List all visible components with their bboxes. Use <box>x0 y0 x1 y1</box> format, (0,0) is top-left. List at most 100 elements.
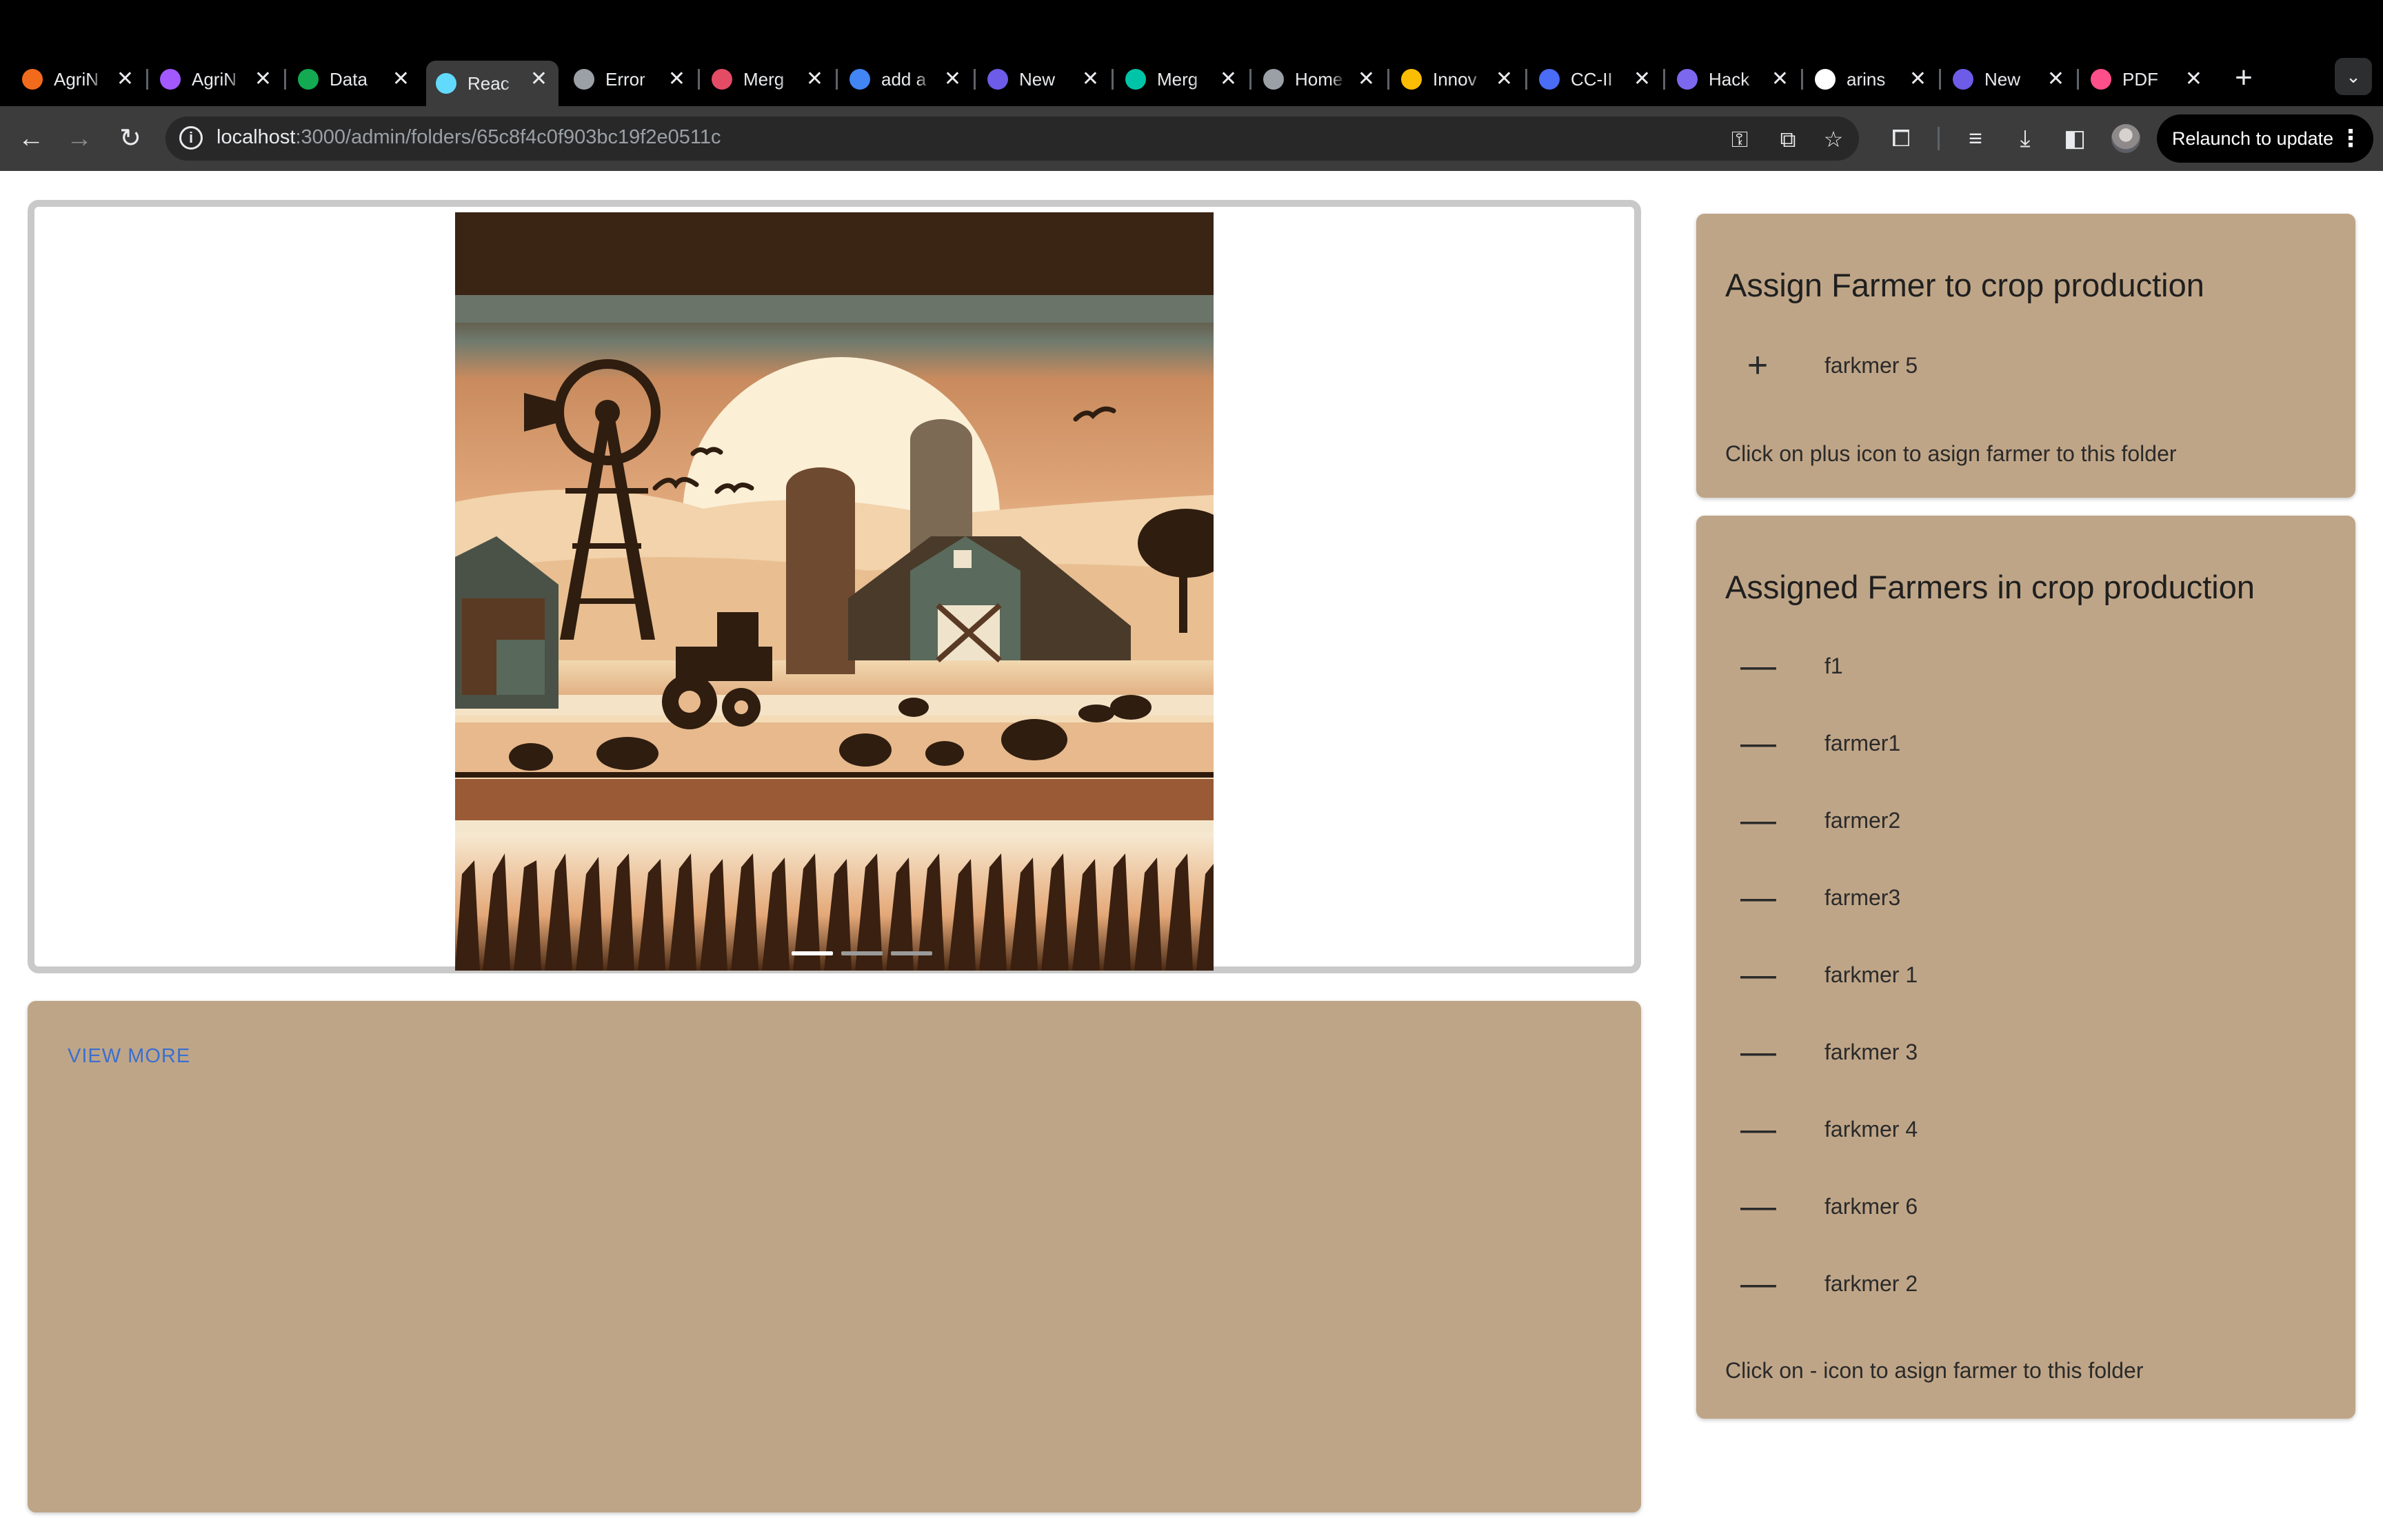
relaunch-label: Relaunch to update <box>2172 128 2334 149</box>
tab-close-icon[interactable]: ✕ <box>2047 68 2064 90</box>
tab-close-icon[interactable]: ✕ <box>2185 68 2202 90</box>
remove-icon[interactable]: — <box>1740 957 1776 993</box>
remove-icon[interactable]: — <box>1740 1111 1776 1147</box>
list-item: — farkmer 1 <box>1696 947 2355 1002</box>
browser-tab[interactable]: Merg ✕ <box>702 61 834 98</box>
list-item: — farkmer 4 <box>1696 1102 2355 1157</box>
browser-tab[interactable]: Reac ✕ <box>426 61 559 106</box>
browser-tab[interactable]: add a ✕ <box>840 61 972 98</box>
new-tab-button[interactable]: + <box>2230 61 2258 95</box>
install-app-icon[interactable]: ⧉ <box>1775 126 1801 152</box>
farmer-name: farkmer 4 <box>1824 1117 1918 1142</box>
list-item: — f1 <box>1696 638 2355 693</box>
media-controls-icon[interactable]: ≡ <box>1961 124 1990 153</box>
browser-tab[interactable]: Innov ✕ <box>1391 61 1524 98</box>
tab-close-icon[interactable]: ✕ <box>117 68 134 90</box>
carousel-indicator-1[interactable] <box>792 951 833 955</box>
back-icon[interactable]: ← <box>15 123 47 154</box>
tab-close-icon[interactable]: ✕ <box>668 68 685 90</box>
tab-title: New <box>1984 68 2021 90</box>
view-more-link[interactable]: VIEW MORE <box>68 1045 190 1068</box>
add-icon[interactable]: + <box>1740 347 1775 383</box>
remove-icon[interactable]: — <box>1740 648 1776 684</box>
tab-close-icon[interactable]: ✕ <box>1771 68 1789 90</box>
tab-search-button[interactable]: ⌄ <box>2335 58 2372 95</box>
browser-tab[interactable]: New ✕ <box>978 61 1110 98</box>
browser-tab[interactable]: Home ✕ <box>1254 61 1386 98</box>
assigned-panel-hint: Click on - icon to asign farmer to this … <box>1725 1358 2144 1383</box>
more-menu-icon[interactable]: ⋮ <box>2339 114 2362 163</box>
tab-favicon-icon <box>1263 69 1284 90</box>
browser-tab[interactable]: AgriN ✕ <box>150 61 283 98</box>
tab-title: PDF <box>2122 68 2158 90</box>
tab-favicon-icon <box>22 69 43 90</box>
password-key-icon[interactable]: ⚿ <box>1727 126 1753 152</box>
side-panel-icon[interactable]: ◧ <box>2060 124 2089 153</box>
tab-favicon-icon <box>849 69 870 90</box>
browser-tab[interactable]: Data ✕ <box>288 61 421 98</box>
bookmark-star-icon[interactable]: ☆ <box>1820 126 1847 152</box>
tab-close-icon[interactable]: ✕ <box>254 68 272 90</box>
tab-close-icon[interactable]: ✕ <box>1909 68 1927 90</box>
browser-chrome: + ⌄ AgriN ✕ AgriN ✕ Data ✕ Reac ✕ Error ✕ Merg ✕ add… <box>0 0 2383 171</box>
details-card: VIEW MORE <box>28 1001 1641 1512</box>
relaunch-button[interactable]: Relaunch to update ⋮ <box>2157 114 2373 163</box>
browser-tab[interactable]: Merg ✕ <box>1116 61 1248 98</box>
remove-icon[interactable]: — <box>1740 1188 1776 1224</box>
tab-title: New <box>1019 68 1056 90</box>
tab-favicon-icon <box>298 69 319 90</box>
address-bar[interactable]: i localhost:3000/admin/folders/65c8f4c0f… <box>165 116 1859 161</box>
download-icon[interactable]: ⤓ <box>2011 124 2040 153</box>
tab-close-icon[interactable]: ✕ <box>1496 68 1513 90</box>
browser-tab[interactable]: AgriN ✕ <box>12 61 145 98</box>
remove-icon[interactable]: — <box>1740 1266 1776 1301</box>
tab-close-icon[interactable]: ✕ <box>1082 68 1099 90</box>
browser-tab[interactable]: Error ✕ <box>564 61 696 98</box>
tab-divider <box>2077 69 2079 90</box>
browser-tab[interactable]: Hack ✕ <box>1667 61 1800 98</box>
tab-close-icon[interactable]: ✕ <box>806 68 823 90</box>
tab-strip: + ⌄ AgriN ✕ AgriN ✕ Data ✕ Reac ✕ Error ✕ Merg ✕ add… <box>0 0 2383 108</box>
carousel-indicator-2[interactable] <box>841 951 883 955</box>
tab-divider <box>1663 69 1665 90</box>
tab-close-icon[interactable]: ✕ <box>944 68 961 90</box>
site-info-icon[interactable]: i <box>179 126 203 150</box>
reload-icon[interactable]: ↻ <box>114 123 146 154</box>
list-item: + farkmer 5 <box>1696 338 2355 393</box>
tab-close-icon[interactable]: ✕ <box>1633 68 1651 90</box>
tab-close-icon[interactable]: ✕ <box>530 68 547 90</box>
tab-divider <box>1525 69 1527 90</box>
remove-icon[interactable]: — <box>1740 880 1776 915</box>
remove-icon[interactable]: — <box>1740 802 1776 838</box>
tab-divider <box>698 69 700 90</box>
tab-favicon-icon <box>712 69 732 90</box>
list-item: — farkmer 2 <box>1696 1256 2355 1311</box>
tab-title: Merg <box>1157 68 1198 90</box>
tab-title: Data <box>330 68 368 90</box>
profile-avatar[interactable] <box>2111 124 2140 153</box>
tab-close-icon[interactable]: ✕ <box>392 68 410 90</box>
browser-tab[interactable]: CC-II ✕ <box>1529 61 1662 98</box>
forward-icon[interactable]: → <box>63 123 95 154</box>
tab-close-icon[interactable]: ✕ <box>1220 68 1237 90</box>
extensions-icon[interactable]: ⧠ <box>1887 124 1916 153</box>
list-item: — farkmer 3 <box>1696 1024 2355 1080</box>
farmer-name: farkmer 2 <box>1824 1271 1918 1296</box>
tab-favicon-icon <box>2091 69 2111 90</box>
carousel-indicator-3[interactable] <box>891 951 932 955</box>
browser-tab[interactable]: New ✕ <box>1943 61 2075 98</box>
tab-title: CC-II <box>1571 68 1613 90</box>
assign-panel-hint: Click on plus icon to asign farmer to th… <box>1725 441 2177 466</box>
tab-divider <box>836 69 838 90</box>
url-text[interactable]: localhost:3000/admin/folders/65c8f4c0f90… <box>217 126 721 149</box>
browser-tab[interactable]: PDF ✕ <box>2081 61 2213 98</box>
remove-icon[interactable]: — <box>1740 1034 1776 1070</box>
assign-farmer-panel: Assign Farmer to crop production + farkm… <box>1696 214 2355 498</box>
assign-panel-title: Assign Farmer to crop production <box>1725 267 2204 303</box>
tab-close-icon[interactable]: ✕ <box>1358 68 1375 90</box>
tab-favicon-icon <box>1815 69 1836 90</box>
browser-tab[interactable]: arins ✕ <box>1805 61 1938 98</box>
farmer-name: f1 <box>1824 654 1843 678</box>
remove-icon[interactable]: — <box>1740 725 1776 761</box>
tab-title: Merg <box>743 68 785 90</box>
